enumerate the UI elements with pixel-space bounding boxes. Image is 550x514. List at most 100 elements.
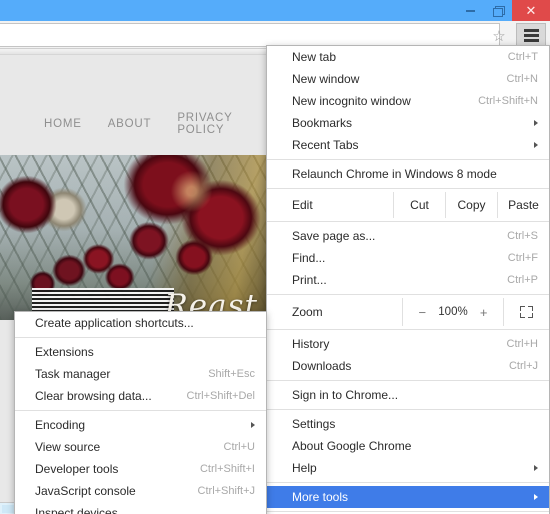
menu-item-label: Sign in to Chrome... [292, 388, 399, 402]
menu-item-label: Bookmarks [292, 116, 353, 130]
menu-separator [267, 380, 549, 381]
nav-item-home[interactable]: HOME [44, 118, 82, 130]
window-titlebar: ✕ [0, 0, 550, 21]
submenu-item-label: Task manager [35, 367, 111, 381]
zoom-controls: − 100% + [402, 298, 503, 326]
menu-item-downloads[interactable]: Downloads Ctrl+J [267, 355, 549, 377]
menu-item-history[interactable]: History Ctrl+H [267, 333, 549, 355]
menu-item-shortcut: Ctrl+T [507, 51, 538, 63]
submenu-item-javascript-console[interactable]: JavaScript console Ctrl+Shift+J [15, 480, 266, 502]
submenu-item-label: JavaScript console [35, 484, 136, 498]
menu-separator [267, 409, 549, 410]
fullscreen-button[interactable] [503, 298, 549, 326]
zoom-row-label: Zoom [292, 305, 323, 319]
menu-item-label: History [292, 337, 330, 351]
menu-separator [267, 294, 549, 295]
menu-item-label: More tools [292, 490, 349, 504]
cut-button[interactable]: Cut [393, 192, 445, 218]
edit-row-label: Edit [292, 198, 313, 212]
menu-item-shortcut: Ctrl+S [507, 230, 538, 242]
bookmark-star-icon[interactable]: ☆ [490, 27, 508, 45]
submenu-item-developer-tools[interactable]: Developer tools Ctrl+Shift+I [15, 458, 266, 480]
menu-item-sign-in-to-chrome[interactable]: Sign in to Chrome... [267, 384, 549, 406]
more-tools-submenu: Create application shortcuts... Extensio… [14, 311, 267, 514]
address-bar-input[interactable] [0, 23, 500, 47]
hamburger-line [523, 39, 539, 42]
submenu-item-shortcut: Ctrl+U [223, 441, 255, 453]
submenu-item-extensions[interactable]: Extensions [15, 341, 266, 363]
paste-button[interactable]: Paste [497, 192, 549, 218]
minimize-button[interactable] [456, 0, 484, 21]
menu-row-edit: Edit Cut Copy Paste [267, 192, 549, 218]
zoom-level-value: 100% [438, 306, 468, 318]
menu-item-print[interactable]: Print... Ctrl+P [267, 269, 549, 291]
chevron-right-icon [534, 142, 538, 148]
submenu-item-label: Create application shortcuts... [35, 316, 194, 330]
submenu-item-clear-browsing-data[interactable]: Clear browsing data... Ctrl+Shift+Del [15, 385, 266, 407]
menu-item-about-google-chrome[interactable]: About Google Chrome [267, 435, 549, 457]
menu-item-new-incognito-window[interactable]: New incognito window Ctrl+Shift+N [267, 90, 549, 112]
submenu-item-shortcut: Shift+Esc [208, 368, 255, 380]
menu-item-label: Recent Tabs [292, 138, 359, 152]
menu-item-shortcut: Ctrl+H [506, 338, 538, 350]
hamburger-line [523, 29, 539, 32]
menu-item-label: New tab [292, 50, 337, 64]
submenu-item-shortcut: Ctrl+Shift+Del [186, 390, 255, 402]
menu-item-shortcut: Ctrl+P [507, 274, 538, 286]
submenu-item-encoding[interactable]: Encoding [15, 414, 266, 436]
submenu-item-create-application-shortcuts[interactable]: Create application shortcuts... [15, 312, 266, 334]
menu-separator [267, 511, 549, 512]
submenu-item-task-manager[interactable]: Task manager Shift+Esc [15, 363, 266, 385]
menu-item-help[interactable]: Help [267, 457, 549, 479]
close-icon: ✕ [525, 3, 537, 18]
submenu-item-inspect-devices[interactable]: Inspect devices [15, 502, 266, 514]
menu-item-bookmarks[interactable]: Bookmarks [267, 112, 549, 134]
copy-button[interactable]: Copy [445, 192, 497, 218]
menu-item-new-tab[interactable]: New tab Ctrl+T [267, 46, 549, 68]
close-button[interactable]: ✕ [512, 0, 550, 21]
restore-button[interactable] [484, 0, 512, 21]
menu-separator [267, 188, 549, 189]
menu-item-relaunch-windows8-mode[interactable]: Relaunch Chrome in Windows 8 mode [267, 163, 549, 185]
nav-item-about[interactable]: ABOUT [108, 118, 152, 130]
window-controls: ✕ [456, 0, 550, 21]
menu-item-label: Relaunch Chrome in Windows 8 mode [292, 167, 497, 181]
fullscreen-icon [520, 306, 533, 318]
submenu-item-label: Clear browsing data... [35, 389, 152, 403]
minimize-icon [465, 9, 475, 12]
site-navigation: HOME ABOUT PRIVACY POLICY [0, 106, 266, 142]
chevron-right-icon [534, 465, 538, 471]
menu-item-find[interactable]: Find... Ctrl+F [267, 247, 549, 269]
zoom-out-button[interactable]: − [417, 305, 427, 320]
menu-item-label: Help [292, 461, 317, 475]
menu-item-shortcut: Ctrl+F [507, 252, 538, 264]
submenu-item-shortcut: Ctrl+Shift+I [199, 463, 255, 475]
menu-item-save-page-as[interactable]: Save page as... Ctrl+S [267, 225, 549, 247]
menu-item-label: Print... [292, 273, 327, 287]
chevron-right-icon [534, 120, 538, 126]
menu-item-label: About Google Chrome [292, 439, 412, 453]
submenu-item-label: Extensions [35, 345, 94, 359]
submenu-item-shortcut: Ctrl+Shift+J [197, 485, 255, 497]
menu-row-zoom: Zoom − 100% + [267, 298, 549, 326]
submenu-item-label: Encoding [35, 418, 86, 432]
zoom-in-button[interactable]: + [479, 305, 489, 320]
submenu-item-view-source[interactable]: View source Ctrl+U [15, 436, 266, 458]
menu-separator [267, 329, 549, 330]
page-top-bar [0, 49, 266, 55]
chevron-right-icon [534, 494, 538, 500]
menu-item-more-tools[interactable]: More tools [267, 486, 549, 508]
menu-item-settings[interactable]: Settings [267, 413, 549, 435]
menu-item-recent-tabs[interactable]: Recent Tabs [267, 134, 549, 156]
chrome-main-menu: New tab Ctrl+T New window Ctrl+N New inc… [266, 45, 550, 514]
menu-item-label: Save page as... [292, 229, 376, 243]
menu-separator [267, 221, 549, 222]
nav-item-privacy-policy[interactable]: PRIVACY POLICY [177, 112, 266, 136]
menu-item-shortcut: Ctrl+N [506, 73, 538, 85]
menu-item-label: Find... [292, 251, 326, 265]
menu-item-label: Downloads [292, 359, 352, 373]
menu-separator [15, 410, 266, 411]
menu-item-label: New window [292, 72, 360, 86]
submenu-item-label: Inspect devices [35, 506, 118, 514]
menu-item-new-window[interactable]: New window Ctrl+N [267, 68, 549, 90]
